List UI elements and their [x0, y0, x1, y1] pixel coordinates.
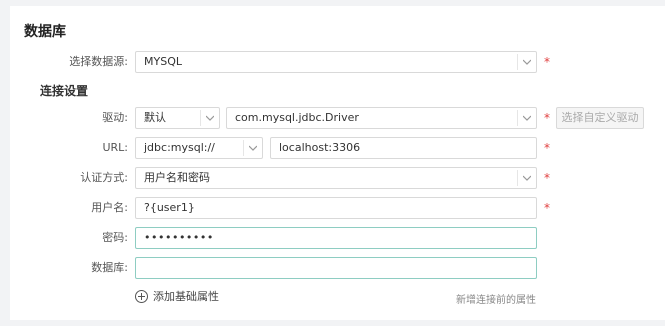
url-prefix-select[interactable]: jdbc:mysql:// [135, 137, 263, 159]
auth-label: 认证方式: [80, 171, 128, 184]
required-mark: * [544, 55, 550, 69]
driver-label: 驱动: [102, 111, 128, 124]
password-value: •••••••••• [144, 231, 214, 244]
chevron-down-icon[interactable] [517, 54, 536, 70]
add-property-label: 添加基础属性 [153, 290, 219, 303]
username-input[interactable]: ?{user1} [135, 197, 537, 219]
required-mark: * [544, 141, 550, 155]
driver-class-select[interactable]: com.mysql.jdbc.Driver [226, 107, 537, 129]
url-host-value: localhost:3306 [279, 141, 361, 154]
chevron-down-icon[interactable] [243, 140, 262, 156]
auth-select[interactable]: 用户名和密码 [135, 167, 537, 189]
driver-mode-select[interactable]: 默认 [135, 107, 220, 129]
url-host-input[interactable]: localhost:3306 [270, 137, 537, 159]
add-property-button[interactable]: 添加基础属性 [135, 289, 219, 305]
chevron-down-icon[interactable] [517, 170, 536, 186]
hint-text: 新增连接前的属性 [456, 295, 536, 306]
driver-class-value: com.mysql.jdbc.Driver [235, 111, 359, 124]
url-label: URL: [102, 141, 128, 154]
plus-circle-icon [135, 290, 148, 303]
required-mark: * [544, 201, 550, 215]
username-label: 用户名: [91, 201, 128, 214]
database-panel: 数据库 选择数据源: MYSQL * 连接设置 驱动: 默认 com.mysql… [10, 6, 665, 320]
password-input[interactable]: •••••••••• [135, 227, 537, 249]
datasource-label: 选择数据源: [69, 55, 128, 68]
datasource-select[interactable]: MYSQL [135, 51, 537, 73]
driver-mode-value: 默认 [144, 111, 166, 124]
url-prefix-value: jdbc:mysql:// [144, 141, 215, 154]
password-label: 密码: [102, 231, 128, 244]
required-mark: * [544, 111, 550, 125]
connection-settings-title: 连接设置 [40, 84, 89, 98]
custom-driver-button[interactable]: 选择自定义驱动 [556, 107, 644, 129]
database-label: 数据库: [91, 261, 128, 274]
required-mark: * [544, 171, 550, 185]
database-input[interactable] [135, 257, 537, 279]
chevron-down-icon[interactable] [200, 110, 219, 126]
auth-value: 用户名和密码 [144, 171, 210, 184]
username-value: ?{user1} [144, 201, 195, 214]
section-title: 数据库 [24, 24, 66, 40]
chevron-down-icon[interactable] [517, 110, 536, 126]
datasource-value: MYSQL [144, 55, 182, 68]
